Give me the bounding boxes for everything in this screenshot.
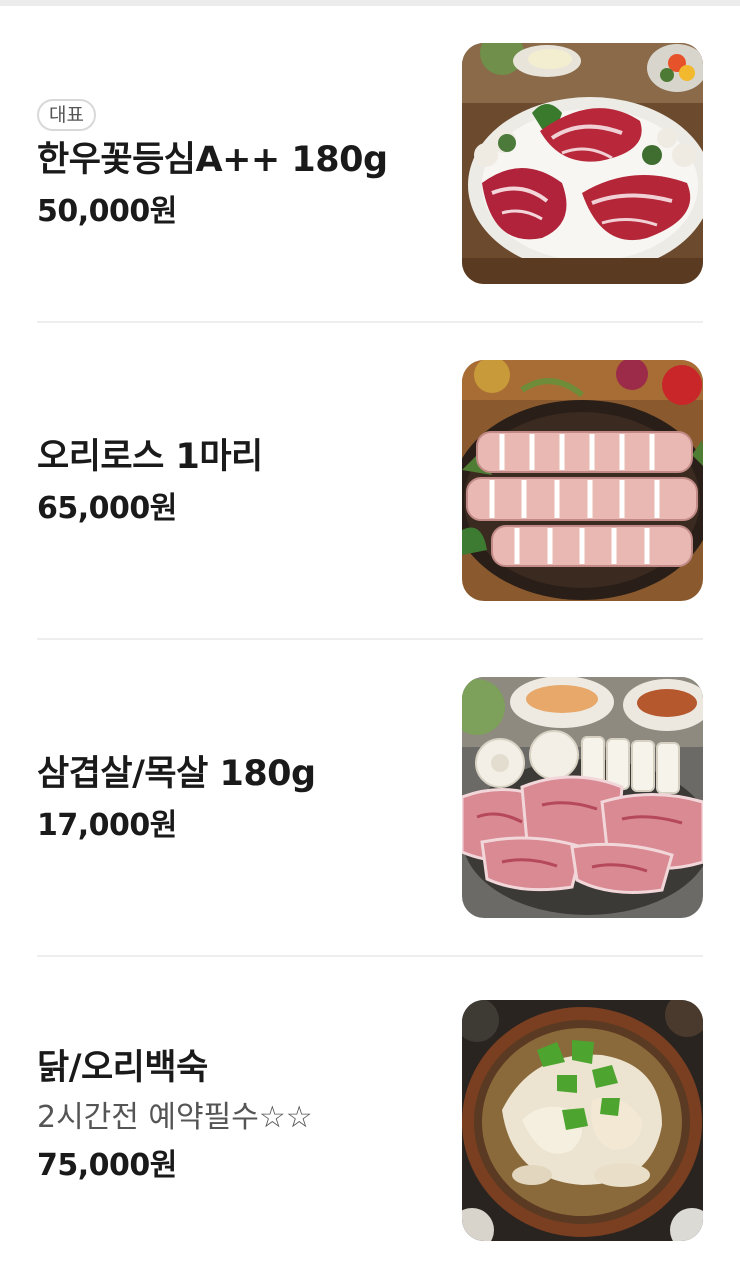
menu-item-description: 2시간전 예약필수☆☆ [37, 1100, 313, 1136]
menu-item-price: 50,000원 [37, 194, 177, 230]
menu-item[interactable]: 삼겹살/목살 180g 17,000원 [0, 640, 740, 957]
signature-badge: 대표 [37, 98, 96, 131]
duck-roast-photo-drawing [462, 360, 703, 601]
duck-roast-photo[interactable] [462, 360, 703, 601]
pork-belly-photo[interactable] [462, 677, 703, 918]
chicken-soup-photo[interactable] [462, 1000, 703, 1241]
menu-item-price: 75,000원 [37, 1148, 177, 1184]
menu-item-name: 오리로스 1마리 [37, 436, 263, 477]
menu-item-text: 오리로스 1마리 65,000원 [37, 323, 427, 640]
menu-item-text: 닭/오리백숙 2시간전 예약필수☆☆ 75,000원 [37, 957, 427, 1267]
menu-item-price: 65,000원 [37, 491, 177, 527]
menu-item-text: 대표 한우꽃등심A++ 180g 50,000원 [37, 6, 427, 323]
pork-belly-photo-drawing [462, 677, 703, 918]
menu-item-name: 닭/오리백숙 [37, 1047, 208, 1088]
menu-item[interactable]: 대표 한우꽃등심A++ 180g 50,000원 [0, 6, 740, 323]
menu-item-text: 삼겹살/목살 180g 17,000원 [37, 640, 427, 957]
menu-item[interactable]: 닭/오리백숙 2시간전 예약필수☆☆ 75,000원 [0, 957, 740, 1267]
menu-item-name: 한우꽃등심A++ 180g [37, 139, 388, 180]
beef-ribeye-photo[interactable] [462, 43, 703, 284]
chicken-soup-photo-drawing [462, 1000, 703, 1241]
beef-ribeye-photo-drawing [462, 43, 703, 284]
menu-item-name: 삼겹살/목살 180g [37, 753, 316, 794]
menu-item-price: 17,000원 [37, 808, 177, 844]
menu-item[interactable]: 오리로스 1마리 65,000원 [0, 323, 740, 640]
